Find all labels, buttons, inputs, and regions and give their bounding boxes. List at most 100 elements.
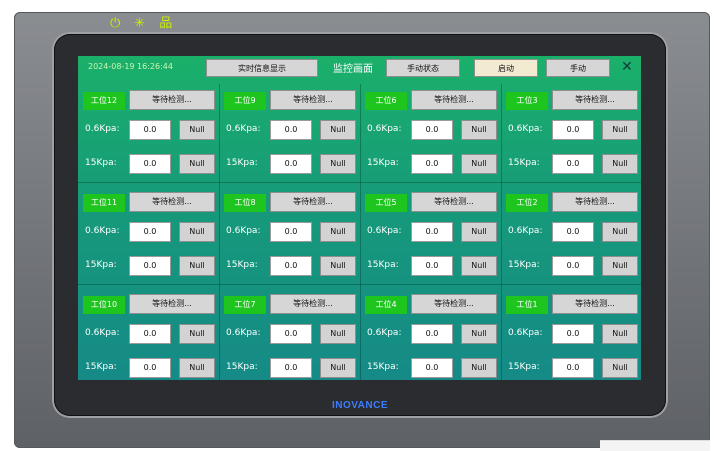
null-button-15kpa[interactable]: Null xyxy=(602,154,638,174)
pressure-value-0-6kpa[interactable]: 0.0 xyxy=(129,120,171,140)
close-icon[interactable]: ✕ xyxy=(618,58,636,76)
station-cell: 工位1 等待检测... 0.6Kpa: 0.0 Null 15Kpa: 0.0 Null xyxy=(502,288,641,380)
pressure-label-15kpa: 15Kpa: xyxy=(508,158,540,168)
station-tag: 工位8 xyxy=(224,194,266,212)
pressure-value-0-6kpa[interactable]: 0.0 xyxy=(270,222,312,242)
station-status-button[interactable]: 等待检测... xyxy=(270,294,356,314)
pressure-label-0-6kpa: 0.6Kpa: xyxy=(508,226,543,236)
pressure-label-15kpa: 15Kpa: xyxy=(508,260,540,270)
station-status-button[interactable]: 等待检测... xyxy=(411,90,497,110)
pressure-value-15kpa[interactable]: 0.0 xyxy=(411,256,453,276)
pressure-value-0-6kpa[interactable]: 0.0 xyxy=(270,324,312,344)
station-tag: 工位5 xyxy=(365,194,407,212)
pressure-value-0-6kpa[interactable]: 0.0 xyxy=(552,222,594,242)
pressure-value-15kpa[interactable]: 0.0 xyxy=(411,358,453,378)
station-tag: 工位2 xyxy=(506,194,548,212)
null-button-0-6kpa[interactable]: Null xyxy=(179,120,215,140)
null-button-15kpa[interactable]: Null xyxy=(179,256,215,276)
null-button-15kpa[interactable]: Null xyxy=(320,358,356,378)
pressure-label-0-6kpa: 0.6Kpa: xyxy=(85,226,120,236)
page-title: 监控画面 xyxy=(333,64,373,75)
station-tag: 工位10 xyxy=(83,296,125,314)
top-bar: 2024-08-19 16:26:44 实时信息显示 监控画面 手动状态 启动 … xyxy=(78,56,641,80)
pressure-value-0-6kpa[interactable]: 0.0 xyxy=(552,324,594,344)
null-button-0-6kpa[interactable]: Null xyxy=(179,324,215,344)
pressure-value-0-6kpa[interactable]: 0.0 xyxy=(411,222,453,242)
station-tag: 工位3 xyxy=(506,92,548,110)
pressure-label-15kpa: 15Kpa: xyxy=(226,260,258,270)
pressure-label-0-6kpa: 0.6Kpa: xyxy=(226,328,261,338)
pressure-value-15kpa[interactable]: 0.0 xyxy=(270,256,312,276)
pressure-label-15kpa: 15Kpa: xyxy=(85,362,117,372)
pressure-value-0-6kpa[interactable]: 0.0 xyxy=(411,324,453,344)
station-status-button[interactable]: 等待检测... xyxy=(552,90,638,110)
null-button-0-6kpa[interactable]: Null xyxy=(602,222,638,242)
null-button-15kpa[interactable]: Null xyxy=(320,256,356,276)
pressure-value-15kpa[interactable]: 0.0 xyxy=(129,256,171,276)
pressure-label-0-6kpa: 0.6Kpa: xyxy=(508,328,543,338)
station-status-button[interactable]: 等待检测... xyxy=(129,90,215,110)
null-button-15kpa[interactable]: Null xyxy=(602,256,638,276)
null-button-15kpa[interactable]: Null xyxy=(461,256,497,276)
null-button-15kpa[interactable]: Null xyxy=(602,358,638,378)
null-button-15kpa[interactable]: Null xyxy=(461,154,497,174)
station-status-button[interactable]: 等待检测... xyxy=(129,192,215,212)
pressure-value-15kpa[interactable]: 0.0 xyxy=(129,358,171,378)
pressure-label-15kpa: 15Kpa: xyxy=(367,260,399,270)
pressure-value-15kpa[interactable]: 0.0 xyxy=(129,154,171,174)
pressure-value-15kpa[interactable]: 0.0 xyxy=(552,154,594,174)
null-button-0-6kpa[interactable]: Null xyxy=(320,324,356,344)
pressure-label-15kpa: 15Kpa: xyxy=(226,158,258,168)
null-button-15kpa[interactable]: Null xyxy=(179,358,215,378)
pressure-label-15kpa: 15Kpa: xyxy=(367,158,399,168)
station-status-button[interactable]: 等待检测... xyxy=(270,192,356,212)
null-button-15kpa[interactable]: Null xyxy=(461,358,497,378)
station-status-button[interactable]: 等待检测... xyxy=(270,90,356,110)
pressure-label-0-6kpa: 0.6Kpa: xyxy=(367,226,402,236)
station-cell: 工位6 等待检测... 0.6Kpa: 0.0 Null 15Kpa: 0.0 Null xyxy=(361,84,501,184)
station-tag: 工位11 xyxy=(83,194,125,212)
station-tag: 工位12 xyxy=(83,92,125,110)
station-cell: 工位7 等待检测... 0.6Kpa: 0.0 Null 15Kpa: 0.0 Null xyxy=(220,288,360,380)
pressure-label-0-6kpa: 0.6Kpa: xyxy=(508,124,543,134)
station-status-button[interactable]: 等待检测... xyxy=(411,294,497,314)
null-button-0-6kpa[interactable]: Null xyxy=(320,222,356,242)
pressure-value-15kpa[interactable]: 0.0 xyxy=(270,358,312,378)
null-button-0-6kpa[interactable]: Null xyxy=(461,324,497,344)
station-status-button[interactable]: 等待检测... xyxy=(411,192,497,212)
sun-icon: ✳ xyxy=(134,16,146,31)
station-status-button[interactable]: 等待检测... xyxy=(552,192,638,212)
pressure-value-15kpa[interactable]: 0.0 xyxy=(552,358,594,378)
station-status-button[interactable]: 等待检测... xyxy=(552,294,638,314)
station-status-button[interactable]: 等待检测... xyxy=(129,294,215,314)
pressure-value-0-6kpa[interactable]: 0.0 xyxy=(129,222,171,242)
null-button-0-6kpa[interactable]: Null xyxy=(179,222,215,242)
null-button-0-6kpa[interactable]: Null xyxy=(602,120,638,140)
pressure-value-0-6kpa[interactable]: 0.0 xyxy=(129,324,171,344)
station-tag: 工位6 xyxy=(365,92,407,110)
manual-button[interactable]: 手动 xyxy=(546,59,610,77)
null-button-0-6kpa[interactable]: Null xyxy=(461,120,497,140)
null-button-0-6kpa[interactable]: Null xyxy=(320,120,356,140)
null-button-0-6kpa[interactable]: Null xyxy=(602,324,638,344)
start-button[interactable]: 启动 xyxy=(474,59,538,77)
pressure-value-0-6kpa[interactable]: 0.0 xyxy=(270,120,312,140)
station-cell: 工位5 等待检测... 0.6Kpa: 0.0 Null 15Kpa: 0.0 Null xyxy=(361,186,501,286)
pressure-label-15kpa: 15Kpa: xyxy=(226,362,258,372)
pressure-label-0-6kpa: 0.6Kpa: xyxy=(85,328,120,338)
station-cell: 工位4 等待检测... 0.6Kpa: 0.0 Null 15Kpa: 0.0 Null xyxy=(361,288,501,380)
null-button-0-6kpa[interactable]: Null xyxy=(461,222,497,242)
null-button-15kpa[interactable]: Null xyxy=(179,154,215,174)
station-tag: 工位7 xyxy=(224,296,266,314)
station-tag: 工位1 xyxy=(506,296,548,314)
null-button-15kpa[interactable]: Null xyxy=(320,154,356,174)
station-grid: 工位12 等待检测... 0.6Kpa: 0.0 Null 15Kpa: 0.0 Null 工位… xyxy=(78,84,641,380)
station-cell: 工位3 等待检测... 0.6Kpa: 0.0 Null 15Kpa: 0.0 Null xyxy=(502,84,641,184)
pressure-value-0-6kpa[interactable]: 0.0 xyxy=(411,120,453,140)
pressure-value-0-6kpa[interactable]: 0.0 xyxy=(552,120,594,140)
pressure-value-15kpa[interactable]: 0.0 xyxy=(270,154,312,174)
manual-status-button[interactable]: 手动状态 xyxy=(386,59,460,77)
pressure-value-15kpa[interactable]: 0.0 xyxy=(411,154,453,174)
pressure-value-15kpa[interactable]: 0.0 xyxy=(552,256,594,276)
realtime-info-button[interactable]: 实时信息显示 xyxy=(206,59,318,77)
